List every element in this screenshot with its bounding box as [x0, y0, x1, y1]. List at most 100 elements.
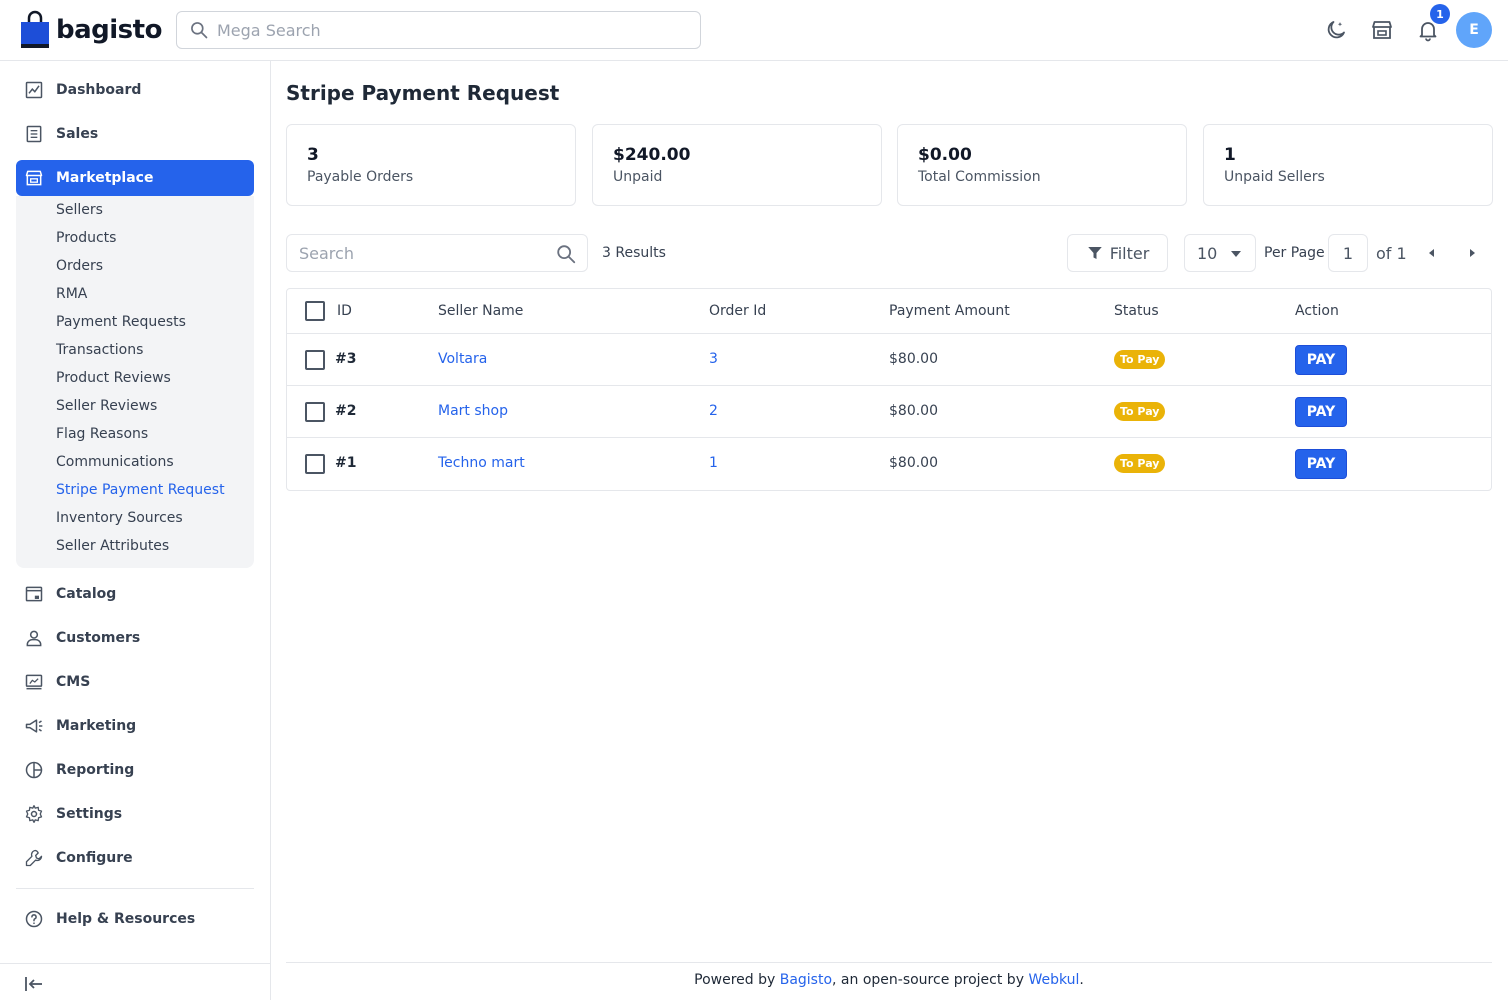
wrench-icon [25, 849, 43, 867]
bagisto-link[interactable]: Bagisto [780, 972, 832, 988]
pie-chart-icon [25, 761, 43, 779]
store-icon [1372, 21, 1392, 39]
row-id: #1 [335, 455, 357, 471]
sidebar-item-dashboard[interactable]: Dashboard [16, 72, 254, 108]
submenu-item-seller-attributes[interactable]: Seller Attributes [56, 538, 169, 558]
payment-requests-table: ID Seller Name Order Id Payment Amount S… [286, 288, 1492, 491]
sidebar-item-configure[interactable]: Configure [16, 840, 254, 876]
datagrid-search-input[interactable] [299, 243, 549, 263]
pay-button[interactable]: PAY [1295, 397, 1347, 427]
visit-shop-button[interactable] [1368, 16, 1396, 44]
stat-card-total-commission: $0.00 Total Commission [897, 124, 1187, 206]
sidebar-item-catalog[interactable]: Catalog [16, 576, 254, 612]
gear-icon [25, 805, 43, 823]
filter-button[interactable]: Filter [1067, 234, 1168, 272]
seller-name-link[interactable]: Techno mart [438, 455, 525, 471]
per-page-select[interactable]: 10 [1184, 234, 1256, 272]
user-avatar[interactable]: E [1456, 12, 1492, 48]
order-id-link[interactable]: 1 [709, 455, 718, 471]
pay-button[interactable]: PAY [1295, 345, 1347, 375]
stat-caption: Unpaid [613, 169, 663, 185]
submenu-item-product-reviews[interactable]: Product Reviews [56, 370, 171, 390]
row-checkbox[interactable] [305, 350, 325, 370]
submenu-item-orders[interactable]: Orders [56, 258, 103, 278]
filter-label: Filter [1109, 243, 1150, 263]
next-page-button[interactable] [1464, 245, 1480, 261]
submenu-item-products[interactable]: Products [56, 230, 116, 250]
sidebar-item-cms[interactable]: CMS [16, 664, 254, 700]
footer: Powered by Bagisto, an open-source proje… [286, 972, 1492, 988]
sidebar-divider [16, 888, 254, 889]
sidebar-item-sales[interactable]: Sales [16, 116, 254, 152]
submenu-item-sellers[interactable]: Sellers [56, 202, 103, 222]
row-checkbox[interactable] [305, 454, 325, 474]
stat-value: $0.00 [918, 145, 972, 165]
stat-card-payable-orders: 3 Payable Orders [286, 124, 576, 206]
table-row: #1 Techno mart 1 $80.00 To Pay PAY [287, 438, 1491, 490]
pay-button[interactable]: PAY [1295, 449, 1347, 479]
help-icon [25, 910, 43, 928]
select-all-checkbox[interactable] [305, 301, 325, 321]
dashboard-icon [25, 81, 43, 99]
footer-middle: , an open-source project by [832, 972, 1029, 988]
stat-value: 3 [307, 145, 319, 165]
column-header-seller-name[interactable]: Seller Name [438, 303, 523, 319]
dark-mode-toggle[interactable] [1322, 16, 1350, 44]
caret-right-icon [1470, 249, 1475, 257]
sidebar-item-customers[interactable]: Customers [16, 620, 254, 656]
order-id-link[interactable]: 2 [709, 403, 718, 419]
stat-value: 1 [1224, 145, 1236, 165]
brand-logo[interactable]: bagisto [20, 10, 162, 50]
column-header-id[interactable]: ID [337, 303, 352, 319]
row-id: #3 [335, 351, 357, 367]
row-checkbox[interactable] [305, 402, 325, 422]
mega-search[interactable] [176, 11, 701, 49]
seller-name-link[interactable]: Voltara [438, 351, 487, 367]
submenu-item-transactions[interactable]: Transactions [56, 342, 143, 362]
sidebar-item-marketplace[interactable]: Marketplace [16, 160, 254, 196]
submenu-item-seller-reviews[interactable]: Seller Reviews [56, 398, 157, 418]
table-header: ID Seller Name Order Id Payment Amount S… [287, 289, 1491, 334]
page-total-label: of 1 [1376, 244, 1407, 263]
sidebar-item-settings[interactable]: Settings [16, 796, 254, 832]
column-header-action: Action [1295, 303, 1339, 319]
sidebar-item-help[interactable]: Help & Resources [16, 901, 254, 937]
column-header-status[interactable]: Status [1114, 303, 1159, 319]
sidebar-item-reporting[interactable]: Reporting [16, 752, 254, 788]
notification-count-badge: 1 [1430, 4, 1450, 24]
sidebar-item-label: Sales [56, 126, 99, 142]
submenu-item-communications[interactable]: Communications [56, 454, 174, 474]
column-header-order-id[interactable]: Order Id [709, 303, 766, 319]
submenu-item-stripe-payment-request[interactable]: Stripe Payment Request [56, 482, 225, 502]
prev-page-button[interactable] [1424, 245, 1440, 261]
collapse-sidebar-button[interactable] [22, 972, 46, 996]
per-page-label: Per Page [1264, 245, 1325, 261]
catalog-icon [25, 586, 43, 602]
submenu-item-inventory-sources[interactable]: Inventory Sources [56, 510, 183, 530]
payment-amount: $80.00 [889, 351, 938, 367]
results-count: 3 Results [602, 245, 666, 261]
submenu-item-rma[interactable]: RMA [56, 286, 87, 306]
sidebar-item-label: Help & Resources [56, 911, 196, 927]
per-page-value: 10 [1197, 243, 1218, 263]
datagrid-search[interactable] [286, 234, 588, 272]
payment-amount: $80.00 [889, 455, 938, 471]
stat-caption: Unpaid Sellers [1224, 169, 1325, 185]
sales-icon [26, 125, 42, 143]
stat-card-unpaid-sellers: 1 Unpaid Sellers [1203, 124, 1493, 206]
submenu-item-flag-reasons[interactable]: Flag Reasons [56, 426, 148, 446]
sidebar-item-marketing[interactable]: Marketing [16, 708, 254, 744]
megaphone-icon [25, 719, 43, 733]
column-header-payment-amount[interactable]: Payment Amount [889, 303, 1010, 319]
submenu-item-payment-requests[interactable]: Payment Requests [56, 314, 186, 334]
sidebar: Dashboard Sales Marketplace Sellers Prod… [0, 61, 271, 1000]
mega-search-input[interactable] [217, 20, 677, 40]
webkul-link[interactable]: Webkul [1028, 972, 1079, 988]
sidebar-bottom-divider [0, 963, 270, 964]
search-icon[interactable] [555, 243, 577, 265]
order-id-link[interactable]: 3 [709, 351, 718, 367]
stat-value: $240.00 [613, 145, 691, 165]
page-number-input[interactable]: 1 [1328, 234, 1368, 272]
row-id: #2 [335, 403, 357, 419]
seller-name-link[interactable]: Mart shop [438, 403, 508, 419]
